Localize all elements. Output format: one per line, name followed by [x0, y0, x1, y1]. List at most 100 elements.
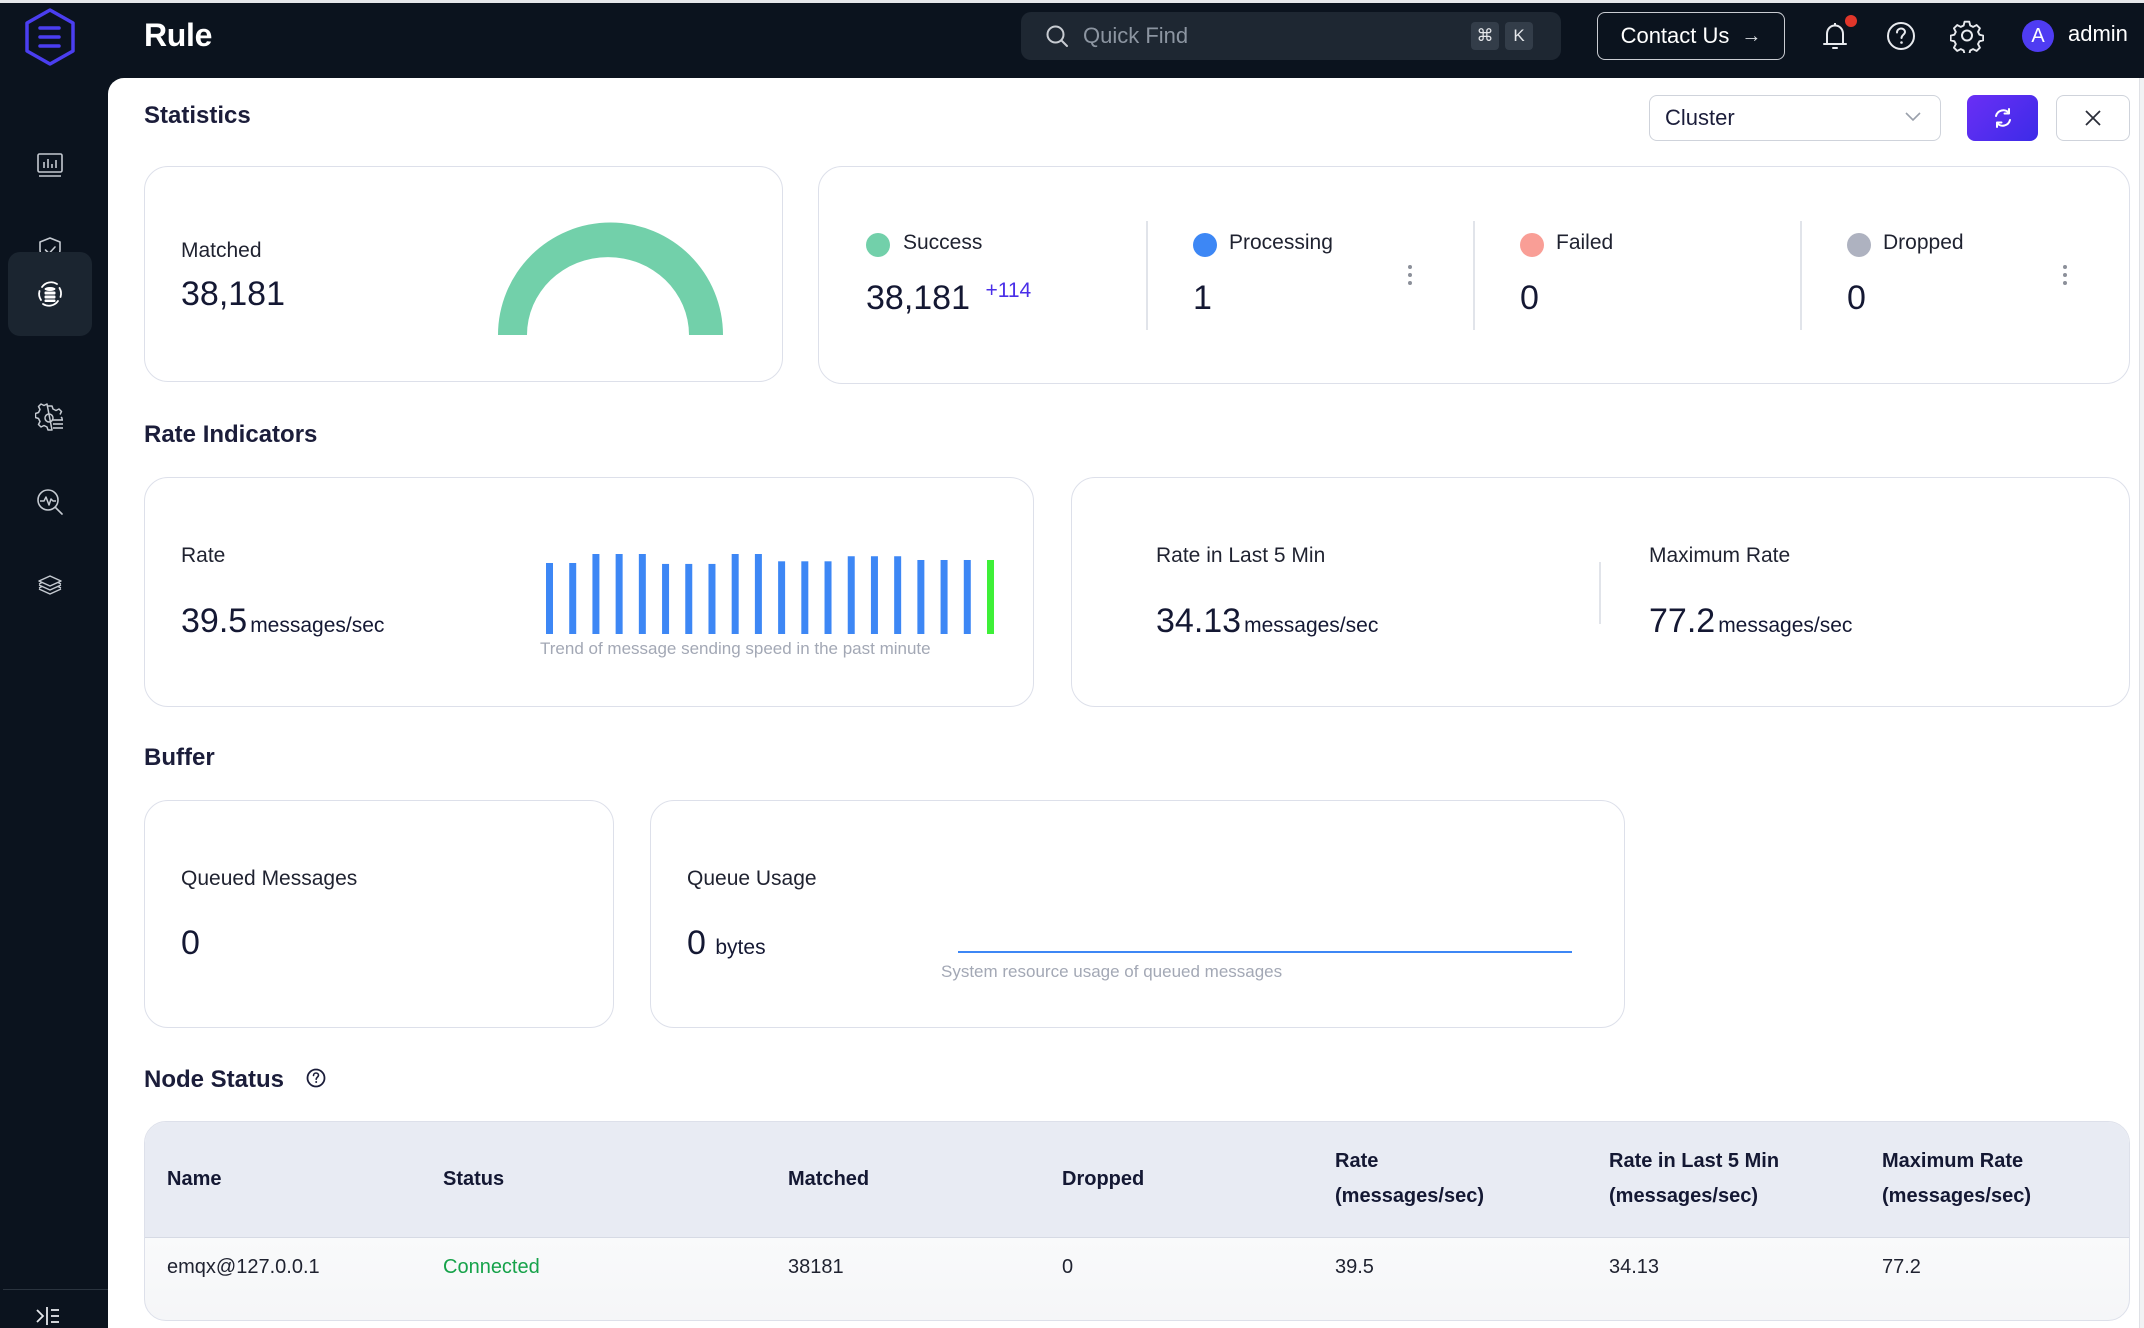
- success-value: 38,181 +114: [866, 279, 1031, 318]
- failed-value: 0: [1520, 279, 1539, 317]
- help-circle-icon[interactable]: [305, 1067, 327, 1089]
- status-divider: [1473, 221, 1475, 330]
- success-delta: +114: [985, 279, 1032, 302]
- table-header: Name Status Matched Dropped Rate (messag…: [145, 1122, 2129, 1238]
- gear-icon[interactable]: [1950, 19, 1984, 53]
- dropped-value: 0: [1847, 279, 1866, 317]
- trend-bar: [778, 561, 786, 634]
- success-legend-dot: [866, 233, 890, 257]
- failed-label: Failed: [1556, 231, 1614, 254]
- queue-usage-card: Queue Usage 0 bytes System resource usag…: [650, 800, 1625, 1028]
- trend-caption: Trend of message sending speed in the pa…: [540, 639, 931, 658]
- cell-matched: 38181: [788, 1256, 844, 1278]
- scope-select[interactable]: Cluster: [1649, 95, 1941, 141]
- trend-bar: [894, 556, 902, 634]
- logo-icon[interactable]: [22, 7, 78, 67]
- dropped-label: Dropped: [1883, 231, 1964, 254]
- arrow-right-icon: →: [1741, 24, 1762, 47]
- max-rate-block: 77.2 messages/sec: [1649, 602, 1852, 641]
- rate-value: 39.5: [181, 602, 248, 640]
- column-header-max-rate-line2: (messages/sec): [1882, 1185, 2031, 1207]
- refresh-icon: [1994, 108, 2011, 128]
- rate-trend-chart: [546, 554, 994, 634]
- queue-usage-caption: System resource usage of queued messages: [941, 962, 1283, 981]
- gear-list-icon: [35, 403, 63, 431]
- rate-last-5-min-block: 34.13 messages/sec: [1156, 602, 1378, 641]
- column-header-rate-last-5-min: Rate in Last 5 Min (messages/sec): [1609, 1144, 1779, 1214]
- max-rate-value: 77.2: [1649, 602, 1716, 640]
- search-icon: [1046, 25, 1068, 47]
- column-header-max-rate-line1: Maximum Rate: [1882, 1150, 2024, 1172]
- queue-usage-value: 0: [687, 924, 706, 962]
- cell-node-name: emqx@127.0.0.1: [167, 1256, 320, 1278]
- trend-bar: [824, 561, 832, 634]
- matched-gauge-arc: [498, 222, 723, 335]
- dropped-legend-dot: [1847, 233, 1871, 257]
- user-menu[interactable]: admin: [2068, 21, 2128, 47]
- column-header-status: Status: [443, 1168, 505, 1190]
- help-icon[interactable]: [1884, 19, 1918, 53]
- pulse-search-icon: [37, 489, 63, 515]
- trend-bar: [685, 563, 693, 634]
- monitor-chart-icon: [37, 153, 63, 177]
- chevron-down-icon: [1905, 112, 1921, 122]
- sidebar-item-integration[interactable]: [8, 252, 92, 336]
- search-input[interactable]: [1083, 12, 1443, 60]
- trend-bar: [847, 556, 855, 634]
- queue-usage-line: [958, 951, 1572, 953]
- success-label: Success: [903, 231, 983, 254]
- node-status-title: Node Status: [144, 1066, 327, 1094]
- more-options-icon[interactable]: [2061, 263, 2069, 287]
- avatar[interactable]: A: [2022, 20, 2054, 52]
- column-header-name: Name: [167, 1168, 222, 1190]
- column-header-rate-last-5-min-line1: Rate in Last 5 Min: [1609, 1150, 1780, 1172]
- contact-us-label: Contact Us: [1620, 23, 1730, 48]
- statistics-title: Statistics: [144, 102, 251, 129]
- sidebar-item-dashboard[interactable]: [8, 123, 92, 207]
- close-button[interactable]: [2056, 95, 2130, 141]
- processing-legend-dot: [1193, 233, 1217, 257]
- close-icon: [2085, 110, 2101, 126]
- sidebar-item-system[interactable]: [8, 544, 92, 628]
- trend-bar: [569, 562, 577, 634]
- collapse-sidebar-icon[interactable]: [33, 1304, 63, 1328]
- trend-bar: [546, 562, 553, 634]
- rate-card: Rate 39.5 messages/sec Trend of message s…: [144, 477, 1034, 707]
- more-options-icon[interactable]: [1406, 263, 1414, 287]
- trend-bar: [592, 554, 600, 634]
- max-rate-unit: messages/sec: [1718, 614, 1853, 637]
- rate-indicators-title: Rate Indicators: [144, 421, 318, 448]
- window-scrollbar[interactable]: [2139, 78, 2144, 1328]
- sidebar-item-diagnose[interactable]: [8, 460, 92, 544]
- notification-badge: [1845, 15, 1857, 27]
- rate-value-block: 39.5 messages/sec: [181, 602, 384, 641]
- scope-select-value: Cluster: [1665, 105, 1735, 130]
- node-status-table: Name Status Matched Dropped Rate (messag…: [144, 1121, 2130, 1321]
- trend-bar: [963, 559, 971, 634]
- trend-bar: [638, 554, 646, 634]
- status-divider: [1146, 221, 1148, 330]
- main-content: Statistics Cluster Matched 38,181 Succes…: [108, 78, 2139, 1328]
- queued-messages-card: Queued Messages 0: [144, 800, 614, 1028]
- processing-value: 1: [1193, 279, 1212, 317]
- cell-status: Connected: [443, 1256, 540, 1278]
- contact-us-button[interactable]: Contact Us →: [1597, 12, 1785, 60]
- matched-label: Matched: [181, 239, 262, 262]
- refresh-button[interactable]: [1967, 95, 2038, 141]
- quick-find-search[interactable]: ⌘ K: [1021, 12, 1561, 60]
- column-header-rate-line1: Rate: [1335, 1150, 1379, 1172]
- column-header-rate-line2: (messages/sec): [1335, 1185, 1484, 1207]
- max-rate-label: Maximum Rate: [1649, 544, 1791, 567]
- rate-unit: messages/sec: [250, 614, 385, 637]
- layers-icon: [38, 575, 62, 595]
- column-header-rate: Rate (messages/sec): [1335, 1144, 1484, 1214]
- trend-bar: [801, 561, 809, 634]
- trend-bar: [615, 554, 623, 634]
- trend-bar: [940, 559, 948, 634]
- sidebar-item-management[interactable]: [8, 376, 92, 460]
- success-count: 38,181: [866, 279, 970, 317]
- column-header-matched: Matched: [788, 1168, 870, 1190]
- sidebar: [3, 78, 108, 1328]
- shortcut-key-cmd: ⌘: [1471, 22, 1499, 50]
- database-sync-icon: [38, 281, 62, 307]
